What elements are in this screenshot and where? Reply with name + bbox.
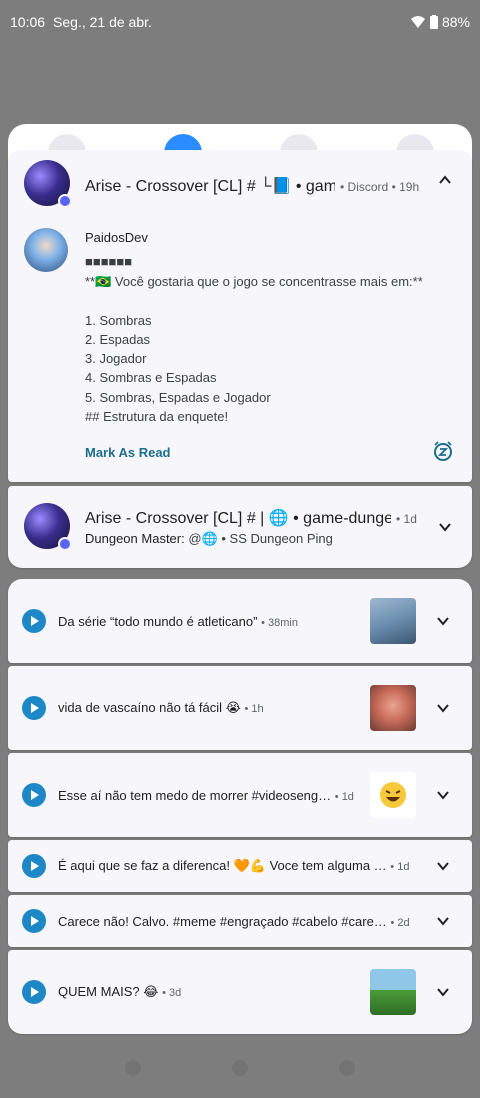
expand-button[interactable] xyxy=(428,977,458,1007)
notification-age: 1d xyxy=(341,790,354,803)
chevron-down-icon xyxy=(437,917,449,926)
youtube-notification[interactable]: Carece não! Calvo. #meme #engraçado #cab… xyxy=(8,895,472,947)
chevron-down-icon xyxy=(437,988,449,997)
video-thumbnail xyxy=(370,598,416,644)
youtube-notification[interactable]: É aqui que se faz a diferenca! 🧡💪 Voce t… xyxy=(8,840,472,892)
chevron-down-icon xyxy=(437,704,449,713)
notification-body: Dungeon Master: @🌐 • SS Dungeon Ping xyxy=(85,531,333,547)
chevron-down-icon xyxy=(437,791,449,800)
notification-title: Arise - Crossover [CL] # └📘 • gam… xyxy=(85,178,335,195)
chevron-down-icon xyxy=(437,617,449,626)
notification-age: 1d xyxy=(403,512,417,526)
battery-icon xyxy=(429,15,438,29)
notification-text: vida de vascaíno não tá fácil 😭 • 1h xyxy=(58,700,264,715)
message-text: @🌐 • SS Dungeon Ping xyxy=(188,531,333,546)
laughing-emoji-icon xyxy=(380,782,406,808)
chevron-up-icon xyxy=(439,175,451,184)
message-line: 2. Espadas xyxy=(85,332,151,347)
app-name: Discord xyxy=(347,180,389,194)
chevron-down-icon xyxy=(439,523,451,532)
collapse-button[interactable] xyxy=(430,165,460,195)
youtube-notification[interactable]: Esse aí não tem medo de morrer #videosen… xyxy=(8,753,472,837)
message-line: ■■■■■■ xyxy=(85,254,133,269)
video-thumbnail xyxy=(370,969,416,1015)
status-date: Seg., 21 de abr. xyxy=(53,14,152,30)
notification-title: É aqui que se faz a diferenca! 🧡💪 Voce t… xyxy=(58,858,387,873)
youtube-icon xyxy=(22,783,46,807)
notification-meta: • 1d xyxy=(396,512,417,526)
expand-button[interactable] xyxy=(428,606,458,636)
notification-text: Esse aí não tem medo de morrer #videosen… xyxy=(58,787,354,803)
discord-icon xyxy=(58,537,72,551)
video-thumbnail xyxy=(370,685,416,731)
youtube-icon xyxy=(22,696,46,720)
youtube-icon xyxy=(22,909,46,933)
chevron-down-icon xyxy=(437,862,449,871)
message-line: 3. Jogador xyxy=(85,351,147,366)
notification-title: vida de vascaíno não tá fácil 😭 xyxy=(58,700,241,715)
youtube-notification[interactable]: QUEM MAIS? 😂 • 3d xyxy=(8,950,472,1034)
expand-button[interactable] xyxy=(428,780,458,810)
bottom-shade-icons xyxy=(0,1060,480,1090)
message-line: 4. Sombras e Espadas xyxy=(85,370,217,385)
notification-meta: • Discord • 19h xyxy=(340,180,420,194)
youtube-notification[interactable]: Da série “todo mundo é atleticano” • 38m… xyxy=(8,579,472,663)
notification-age: 2d xyxy=(397,916,410,929)
notification-text: QUEM MAIS? 😂 • 3d xyxy=(58,984,182,999)
wifi-icon xyxy=(410,16,425,28)
shade-dot xyxy=(231,1060,248,1076)
notification-text: Carece não! Calvo. #meme #engraçado #cab… xyxy=(58,913,410,929)
status-bar: 10:06 Seg., 21 de abr. 88% xyxy=(0,0,480,44)
youtube-icon xyxy=(22,980,46,1004)
battery-percent: 88% xyxy=(441,14,470,30)
system-icons: 88% xyxy=(410,14,470,30)
youtube-notification[interactable]: vida de vascaíno não tá fácil 😭 • 1h xyxy=(8,666,472,750)
expand-button[interactable] xyxy=(428,693,458,723)
notification-title: Carece não! Calvo. #meme #engraçado #cab… xyxy=(58,913,387,929)
notification-title: Esse aí não tem medo de morrer #videosen… xyxy=(58,787,332,803)
youtube-icon xyxy=(22,609,46,633)
notification-title: QUEM MAIS? 😂 xyxy=(58,984,159,999)
status-time: 10:06 xyxy=(10,14,46,30)
notification-text: É aqui que se faz a diferenca! 🧡💪 Voce t… xyxy=(58,858,410,873)
expand-button[interactable] xyxy=(430,512,460,542)
sender-name: Dungeon Master: xyxy=(85,531,185,546)
notification-age: 1h xyxy=(251,703,264,715)
shade-dot xyxy=(338,1060,355,1076)
message-line: **🇧🇷 Você gostaria que o jogo se concent… xyxy=(85,274,423,289)
notification-age: 3d xyxy=(168,987,182,999)
discord-icon xyxy=(58,194,72,208)
message-line: 5. Sombras, Espadas e Jogador xyxy=(85,390,271,405)
discord-notification-expanded[interactable]: Arise - Crossover [CL] # └📘 • gam… • Dis… xyxy=(8,150,472,482)
expand-button[interactable] xyxy=(428,851,458,881)
shade-dot xyxy=(125,1060,142,1076)
expand-button[interactable] xyxy=(428,906,458,936)
video-thumbnail xyxy=(370,772,416,818)
message-line: ## Estrutura da enquete! xyxy=(85,409,229,424)
notification-text: Da série “todo mundo é atleticano” • 38m… xyxy=(58,613,298,629)
youtube-icon xyxy=(22,854,46,878)
notification-title: Arise - Crossover [CL] # | 🌐 • game-dung… xyxy=(85,510,391,527)
snooze-icon[interactable] xyxy=(432,440,454,462)
notification-age: 38min xyxy=(268,616,298,629)
sender-avatar xyxy=(24,228,68,272)
notification-age: 19h xyxy=(399,180,420,194)
notification-age: 1d xyxy=(397,861,410,873)
notification-title: Da série “todo mundo é atleticano” xyxy=(58,613,258,629)
discord-notification-collapsed[interactable]: Arise - Crossover [CL] # | 🌐 • game-dung… xyxy=(8,486,472,568)
mark-as-read-button[interactable]: Mark As Read xyxy=(85,445,171,460)
message-line: 1. Sombras xyxy=(85,313,152,328)
sender-name: PaidosDev xyxy=(85,230,148,245)
